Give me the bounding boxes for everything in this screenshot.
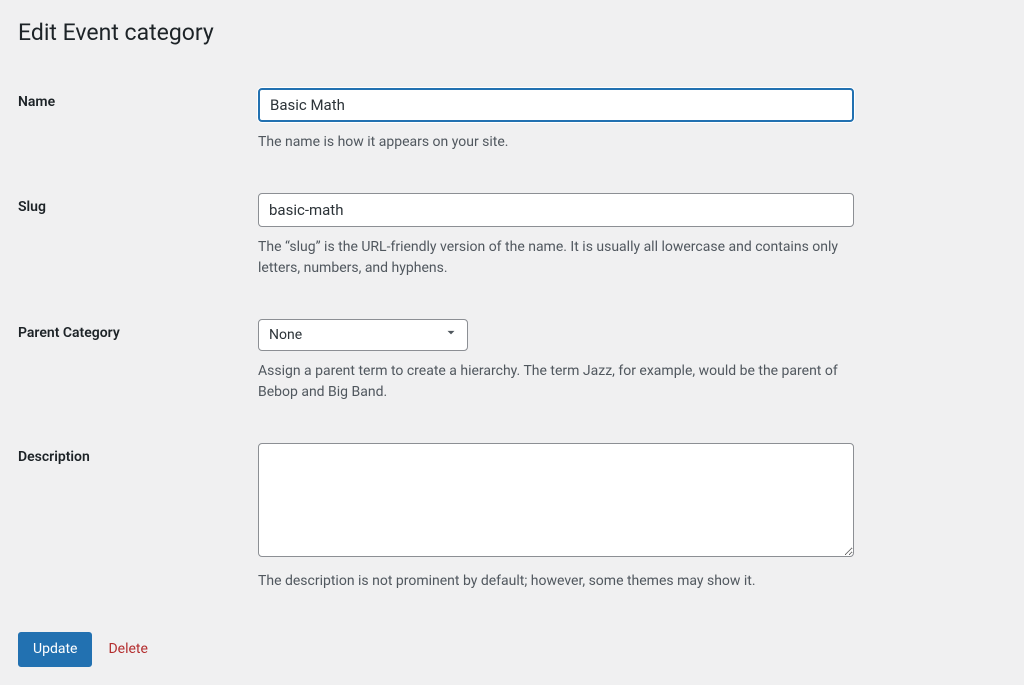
description-help: The description is not prominent by defa… <box>258 571 854 592</box>
delete-link[interactable]: Delete <box>108 641 147 657</box>
update-button[interactable]: Update <box>18 632 92 667</box>
slug-label: Slug <box>18 199 46 215</box>
description-row: Description The description is not promi… <box>18 433 1006 622</box>
description-label: Description <box>18 449 90 465</box>
description-textarea[interactable] <box>258 443 854 557</box>
parent-label: Parent Category <box>18 325 120 341</box>
parent-description: Assign a parent term to create a hierarc… <box>258 361 854 403</box>
slug-row: Slug The “slug” is the URL-friendly vers… <box>18 183 1006 309</box>
slug-input[interactable] <box>258 193 854 227</box>
page-title: Edit Event category <box>18 18 1006 48</box>
parent-row: Parent Category None Assign a parent ter… <box>18 309 1006 433</box>
slug-description: The “slug” is the URL-friendly version o… <box>258 237 854 279</box>
edit-term-form-table: Name The name is how it appears on your … <box>18 78 1006 622</box>
parent-select[interactable]: None <box>258 319 468 351</box>
submit-row: Update Delete <box>18 632 1006 667</box>
name-description: The name is how it appears on your site. <box>258 132 854 153</box>
name-label: Name <box>18 94 55 110</box>
name-input[interactable] <box>258 88 854 122</box>
name-row: Name The name is how it appears on your … <box>18 78 1006 183</box>
